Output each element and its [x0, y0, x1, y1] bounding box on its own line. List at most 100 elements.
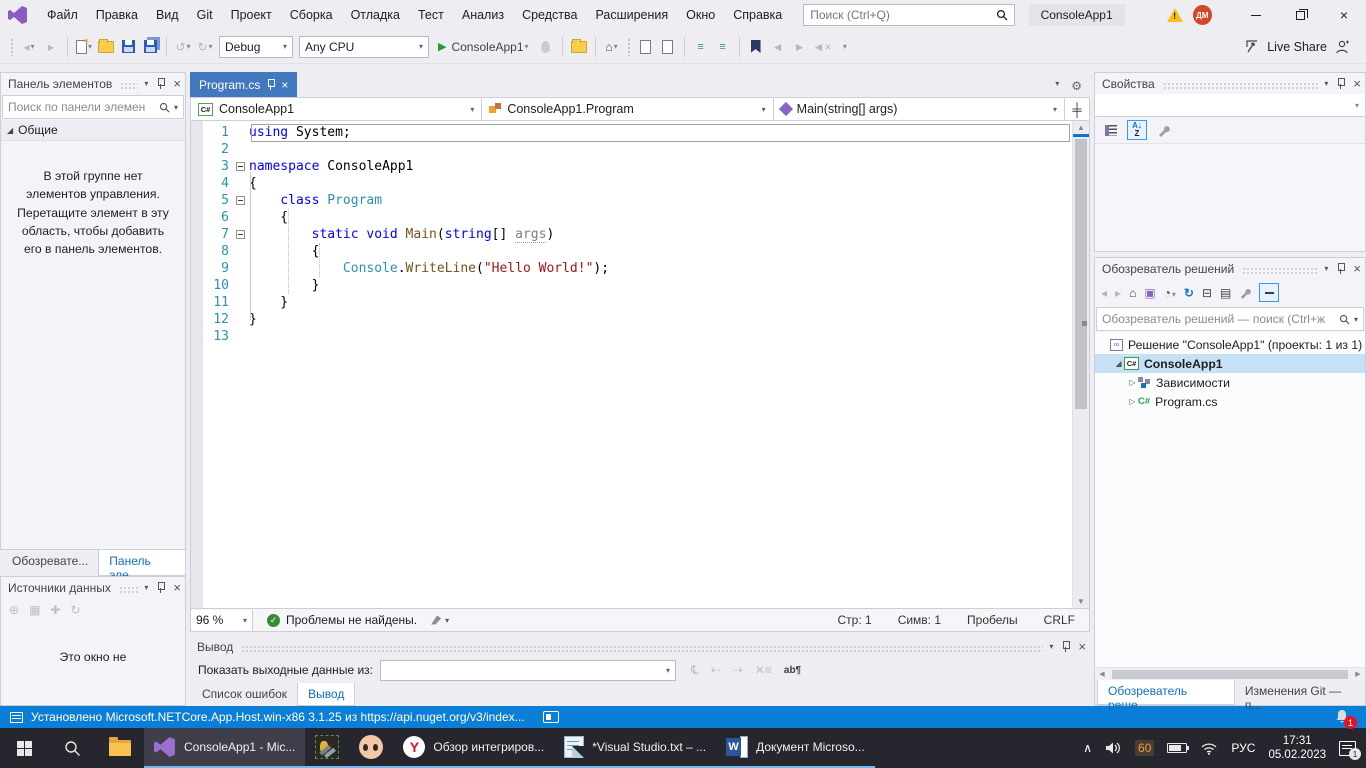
toolbox-title-bar[interactable]: Панель элементов ▾ × [1, 73, 185, 94]
output-source-dropdown[interactable]: ▾ [380, 660, 676, 681]
tree-item-program-cs[interactable]: ▷C#Program.cs [1095, 392, 1365, 411]
pending-changes-filter-icon[interactable]: ◔▾ [1164, 286, 1176, 300]
code-line-4[interactable]: 4{ [191, 175, 1072, 192]
project-dropdown[interactable]: C# ConsoleApp1▾ [191, 98, 482, 120]
categorized-view-icon[interactable] [1101, 120, 1121, 140]
toolbox-search-box[interactable]: Поиск по панели элемен ▾ [2, 95, 184, 119]
navigate-forward-button[interactable]: ▸ [40, 35, 62, 59]
increase-indent-button[interactable]: ≡ [712, 35, 734, 59]
home-icon[interactable]: ⌂ [1129, 286, 1136, 300]
outline-margin[interactable] [233, 192, 249, 209]
taskbar-app-notepad[interactable]: *Visual Studio.txt – ... [554, 728, 716, 768]
type-dropdown[interactable]: ConsoleApp1.Program▾ [482, 98, 773, 120]
file-explorer-button[interactable] [96, 728, 144, 768]
menu-item-Вид[interactable]: Вид [147, 4, 188, 26]
menu-item-Средства[interactable]: Средства [513, 4, 586, 26]
scrollbar-thumb[interactable] [1075, 139, 1087, 409]
speaker-icon[interactable] [1105, 741, 1122, 755]
refresh-icon[interactable]: ↻ [70, 603, 80, 617]
find-in-files-button[interactable] [568, 35, 590, 59]
code-area[interactable]: 1using System;23namespace ConsoleApp14{5… [191, 121, 1072, 608]
taskbar-search-button[interactable] [48, 728, 96, 768]
menu-item-Проект[interactable]: Проект [222, 4, 281, 26]
configure-data-source-icon[interactable]: ✚ [50, 603, 60, 617]
code-line-3[interactable]: 3namespace ConsoleApp1 [191, 158, 1072, 175]
collapse-region-icon[interactable] [236, 196, 245, 205]
data-sources-title-bar[interactable]: Источники данных ▾ × [1, 577, 185, 598]
undo-button[interactable]: ↺▾ [172, 35, 194, 59]
alphabetical-sort-icon[interactable]: A↓Z [1127, 120, 1147, 140]
quick-search-box[interactable]: Поиск (Ctrl+Q) [803, 4, 1014, 26]
taskbar-app-isaac-game[interactable] [349, 728, 393, 768]
menu-item-Расширения[interactable]: Расширения [586, 4, 677, 26]
code-line-5[interactable]: 5 class Program [191, 192, 1072, 209]
pin-icon[interactable] [1062, 641, 1069, 652]
code-line-7[interactable]: 7 static void Main(string[] args) [191, 226, 1072, 243]
tree-item--consoleapp1-1-1-[interactable]: ∞Решение "ConsoleApp1" (проекты: 1 из 1) [1095, 335, 1365, 354]
output-title-bar[interactable]: Вывод ▾ × [190, 636, 1090, 657]
horizontal-scrollbar[interactable]: ◀ ▶ [1095, 667, 1365, 680]
properties-object-dropdown[interactable]: ▾ [1095, 94, 1365, 117]
tree-item--[interactable]: ▷Зависимости [1095, 373, 1365, 392]
window-position-icon[interactable]: ▾ [1049, 642, 1053, 651]
forward-icon[interactable]: ▸ [1115, 286, 1121, 300]
clear-all-icon[interactable]: ✕≡ [755, 663, 772, 677]
preview-selected-items-toggle[interactable] [1259, 283, 1279, 302]
menu-item-Анализ[interactable]: Анализ [453, 4, 513, 26]
drag-handle[interactable] [1242, 267, 1318, 274]
find-message-icon[interactable]: ℄ [691, 663, 699, 677]
collapsed-arrow-icon[interactable]: ▷ [1127, 397, 1138, 406]
status-message[interactable]: Установлено Microsoft.NETCore.App.Host.w… [31, 710, 525, 724]
pin-icon[interactable] [267, 79, 274, 90]
restore-button[interactable] [1278, 0, 1322, 30]
status-line-ending[interactable]: CRLF [1044, 613, 1075, 627]
taskbar-app-game-tool[interactable] [305, 728, 349, 768]
toolbar-grip[interactable] [10, 38, 14, 56]
tab-server-explorer[interactable]: Обозревате... [2, 550, 98, 576]
tree-item-consoleapp1[interactable]: ◢C#ConsoleApp1 [1095, 354, 1365, 373]
navigate-forward-doc-button[interactable] [657, 35, 679, 59]
code-line-9[interactable]: 9 Console.WriteLine("Hello World!"); [191, 260, 1072, 277]
toggle-bookmark-button[interactable] [745, 35, 767, 59]
scrollbar-thumb[interactable] [1112, 670, 1348, 679]
toolbox-group-general[interactable]: ◢ Общие [1, 120, 185, 141]
menu-item-Тест[interactable]: Тест [409, 4, 453, 26]
collapse-region-icon[interactable] [236, 162, 245, 171]
toolbar-grip[interactable] [627, 38, 631, 56]
clear-bookmarks-button[interactable]: ◄× [811, 35, 834, 59]
tab-toolbox[interactable]: Панель эле... [98, 550, 186, 576]
wrench-icon[interactable] [1153, 120, 1173, 140]
pin-icon[interactable] [1337, 78, 1344, 89]
drag-handle[interactable] [1163, 82, 1319, 89]
member-dropdown[interactable]: Main(string[] args)▾ [774, 98, 1065, 120]
scroll-right-arrow[interactable]: ▶ [1351, 670, 1365, 678]
code-line-10[interactable]: 10 } [191, 277, 1072, 294]
split-window-button[interactable]: ╪ [1065, 98, 1089, 120]
close-button[interactable]: × [1322, 0, 1366, 30]
next-message-icon[interactable]: ⇢ [733, 663, 743, 677]
panel-layout-icon[interactable] [543, 711, 559, 723]
redo-button[interactable]: ↻▾ [194, 35, 216, 59]
previous-bookmark-button[interactable]: ◄ [767, 35, 789, 59]
scroll-up-arrow[interactable]: ▲ [1073, 123, 1089, 132]
menu-item-Git[interactable]: Git [188, 4, 222, 26]
drag-handle[interactable] [120, 82, 138, 89]
window-position-icon[interactable]: ▾ [144, 79, 148, 88]
wrench-icon[interactable] [1239, 287, 1251, 299]
solution-search-box[interactable]: Обозреватель решений — поиск (Ctrl+ж ▾ [1096, 307, 1364, 331]
navigate-back-button[interactable]: ◂▾ [18, 35, 40, 59]
code-line-1[interactable]: 1using System; [191, 124, 1072, 141]
menu-item-Сборка[interactable]: Сборка [281, 4, 342, 26]
battery-percent[interactable]: 60 [1135, 740, 1154, 756]
chevron-down-icon[interactable]: ▾ [1354, 315, 1358, 324]
close-icon[interactable]: × [1353, 77, 1361, 90]
code-cleanup-button[interactable]: ▾ [431, 616, 449, 625]
live-share-label[interactable]: Live Share [1267, 40, 1327, 54]
outline-margin[interactable] [233, 158, 249, 175]
menu-item-Справка[interactable]: Справка [724, 4, 791, 26]
word-wrap-icon[interactable]: ab¶ [784, 665, 801, 676]
edit-data-source-icon[interactable]: ▦ [29, 603, 40, 617]
minimize-button[interactable] [1234, 0, 1278, 30]
scroll-down-arrow[interactable]: ▼ [1073, 597, 1089, 606]
code-line-12[interactable]: 12} [191, 311, 1072, 328]
